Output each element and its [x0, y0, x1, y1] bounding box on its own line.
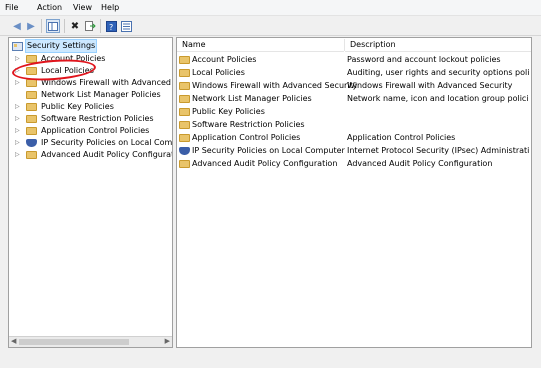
folder-icon [179, 121, 190, 129]
tree-root-label: Security Settings [25, 39, 98, 53]
shield-icon [179, 147, 190, 155]
row-description: Advanced Audit Policy Configuration [347, 159, 493, 168]
svg-text:?: ? [109, 23, 113, 32]
row-description: Auditing, user rights and security optio… [347, 68, 529, 77]
menu-bar: File Action View Help [0, 0, 541, 16]
status-bar [0, 350, 541, 368]
export-list-icon[interactable] [83, 19, 97, 33]
folder-icon [26, 127, 37, 135]
tree-item-label: Advanced Audit Policy Configuration [41, 150, 173, 159]
row-description: Application Control Policies [347, 133, 456, 142]
scroll-right-icon[interactable]: ▶ [165, 337, 170, 345]
column-header-name[interactable]: Name [177, 38, 344, 52]
delete-icon[interactable]: ✖ [68, 19, 82, 33]
row-name: Public Key Policies [192, 107, 265, 116]
tree-item-label: Software Restriction Policies [41, 114, 154, 123]
tree-item-label: Application Control Policies [41, 126, 150, 135]
row-name: Windows Firewall with Advanced Security [192, 81, 358, 90]
row-name: Advanced Audit Policy Configuration [192, 159, 338, 168]
menu-view[interactable]: View [73, 3, 92, 12]
toolbar-separator [64, 19, 65, 33]
tree-item-label: Public Key Policies [41, 102, 114, 111]
security-settings-icon [12, 42, 23, 51]
folder-icon [179, 95, 190, 103]
properties-icon[interactable] [119, 19, 133, 33]
folder-icon [179, 134, 190, 142]
expand-arrow-icon[interactable]: ▷ [15, 125, 23, 137]
list-row[interactable]: Advanced Audit Policy Configuration Adva… [177, 157, 531, 170]
expand-arrow-icon[interactable]: ▷ [15, 137, 23, 149]
folder-icon [179, 56, 190, 64]
column-header-description[interactable]: Description [345, 38, 531, 52]
list-row[interactable]: Local Policies Auditing, user rights and… [177, 66, 531, 79]
row-name: Application Control Policies [192, 133, 301, 142]
row-name: Account Policies [192, 55, 257, 64]
show-hide-tree-icon[interactable] [46, 19, 60, 33]
expand-arrow-icon[interactable]: ▷ [15, 149, 23, 161]
row-name: IP Security Policies on Local Computer [192, 146, 345, 155]
help-icon[interactable]: ? [104, 19, 118, 33]
folder-icon [179, 82, 190, 90]
list-pane[interactable]: Name Description Account Policies Passwo… [176, 37, 532, 348]
folder-icon [26, 151, 37, 159]
list-row[interactable]: Application Control Policies Application… [177, 131, 531, 144]
toolbar: ◀ ▶ ✖ ? [0, 16, 541, 36]
back-arrow-icon[interactable]: ◀ [10, 19, 24, 33]
expand-arrow-icon[interactable]: ▷ [15, 53, 23, 65]
list-row[interactable]: Public Key Policies [177, 105, 531, 118]
folder-icon [179, 160, 190, 168]
toolbar-separator [41, 19, 42, 33]
menu-file[interactable]: File [5, 3, 18, 12]
list-row[interactable]: Software Restriction Policies [177, 118, 531, 131]
folder-icon [26, 115, 37, 123]
folder-icon [26, 103, 37, 111]
list-row[interactable]: IP Security Policies on Local Computer I… [177, 144, 531, 157]
folder-icon [179, 108, 190, 116]
scroll-thumb[interactable] [19, 339, 129, 345]
expand-arrow-icon[interactable]: ▷ [15, 101, 23, 113]
menu-help[interactable]: Help [101, 3, 119, 12]
list-row[interactable]: Account Policies Password and account lo… [177, 53, 531, 66]
toolbar-separator [100, 19, 101, 33]
folder-icon [26, 91, 37, 99]
tree-pane[interactable]: Security Settings ▷ Account Policies ▷ L… [8, 37, 173, 348]
tree-item-label: IP Security Policies on Local Compute [41, 138, 173, 147]
expand-arrow-icon[interactable]: ▷ [15, 113, 23, 125]
folder-icon [179, 69, 190, 77]
horizontal-scrollbar[interactable]: ◀ ▶ [9, 336, 172, 347]
tree-item-label: Network List Manager Policies [41, 90, 161, 99]
menu-action[interactable]: Action [37, 3, 62, 12]
list-row[interactable]: Network List Manager Policies Network na… [177, 92, 531, 105]
row-name: Local Policies [192, 68, 245, 77]
row-name: Software Restriction Policies [192, 120, 305, 129]
row-description: Internet Protocol Security (IPsec) Admin… [347, 146, 529, 155]
row-description: Password and account lockout policies [347, 55, 501, 64]
forward-arrow-icon[interactable]: ▶ [24, 19, 38, 33]
row-name: Network List Manager Policies [192, 94, 312, 103]
row-description: Network name, icon and location group po… [347, 94, 529, 103]
row-description: Windows Firewall with Advanced Security [347, 81, 513, 90]
shield-icon [26, 139, 37, 147]
scroll-left-icon[interactable]: ◀ [11, 337, 16, 345]
list-row[interactable]: Windows Firewall with Advanced Security … [177, 79, 531, 92]
